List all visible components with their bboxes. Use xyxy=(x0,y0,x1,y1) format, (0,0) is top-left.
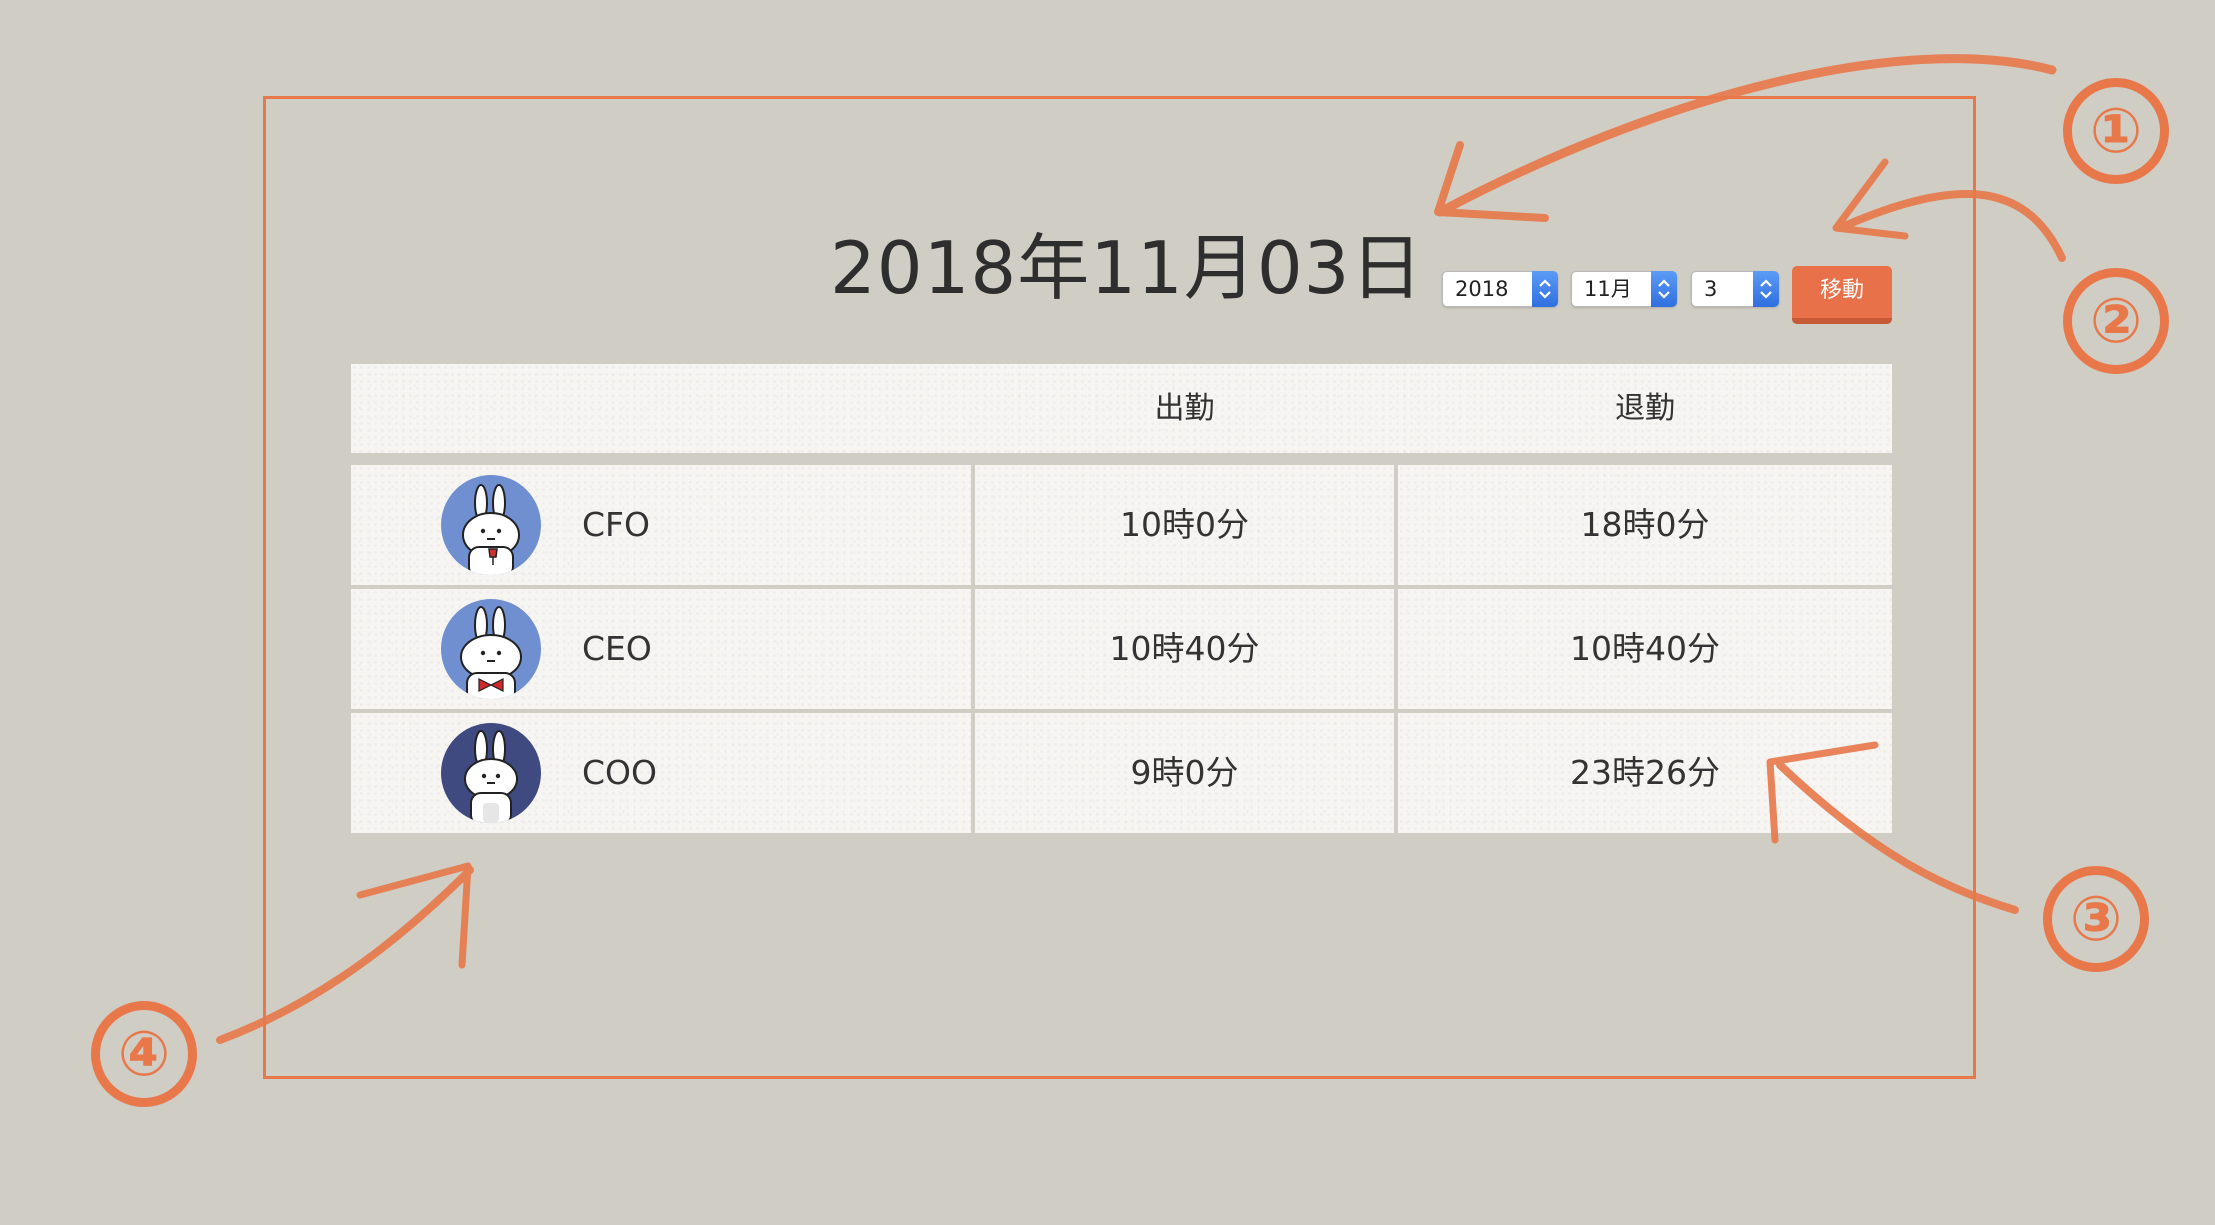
column-header-clock-out: 退勤 xyxy=(1615,391,1675,426)
table-row: COO 9時0分 23時26分 xyxy=(351,713,1892,833)
annotation-label-3: ③ xyxy=(2043,866,2149,972)
column-header-name xyxy=(351,364,971,453)
year-select-value: 2018 xyxy=(1455,277,1509,301)
day-stepper-icon xyxy=(1753,271,1779,307)
page-title: 2018年11月03日 xyxy=(830,226,1424,310)
column-header-clock-in: 出勤 xyxy=(1154,391,1215,426)
table-row: CEO 10時40分 10時40分 xyxy=(351,589,1892,709)
role-label: CEO xyxy=(582,629,652,668)
clock-in-time: 10時0分 xyxy=(1120,505,1249,544)
role-label: CFO xyxy=(582,505,650,544)
year-stepper-icon xyxy=(1532,271,1558,307)
rabbit-dark-icon xyxy=(441,723,541,823)
clock-out-time: 23時26分 xyxy=(1570,753,1720,792)
name-cell: COO xyxy=(351,713,971,833)
annotation-label-4: ④ xyxy=(91,1001,197,1107)
clock-out-cell: 10時40分 xyxy=(1398,589,1892,709)
clock-out-cell: 18時0分 xyxy=(1398,465,1892,585)
clock-in-time: 9時0分 xyxy=(1130,753,1239,792)
name-cell: CFO xyxy=(351,465,971,585)
table-header: 出勤 退勤 xyxy=(351,364,1892,453)
clock-out-time: 18時0分 xyxy=(1580,505,1710,544)
rabbit-with-wine-icon xyxy=(441,475,541,575)
rabbit-with-bowtie-icon xyxy=(441,599,541,699)
clock-out-cell: 23時26分 xyxy=(1398,713,1892,833)
annotation-label-1: ① xyxy=(2063,78,2169,184)
role-label: COO xyxy=(582,753,657,792)
name-cell: CEO xyxy=(351,589,971,709)
month-select-value: 11月 xyxy=(1584,277,1632,301)
month-stepper-icon xyxy=(1651,271,1677,307)
year-select[interactable]: 2018 xyxy=(1442,271,1558,307)
go-button[interactable]: 移動 xyxy=(1792,266,1892,324)
month-select[interactable]: 11月 xyxy=(1571,271,1677,307)
clock-in-cell: 10時0分 xyxy=(975,465,1394,585)
clock-out-time: 10時40分 xyxy=(1570,629,1720,668)
day-select[interactable]: 3 xyxy=(1691,271,1779,307)
clock-in-cell: 10時40分 xyxy=(975,589,1394,709)
annotation-label-2: ② xyxy=(2063,268,2169,374)
day-select-value: 3 xyxy=(1704,277,1718,301)
clock-in-time: 10時40分 xyxy=(1109,629,1260,668)
clock-in-cell: 9時0分 xyxy=(975,713,1394,833)
table-row: CFO 10時0分 18時0分 xyxy=(351,465,1892,585)
